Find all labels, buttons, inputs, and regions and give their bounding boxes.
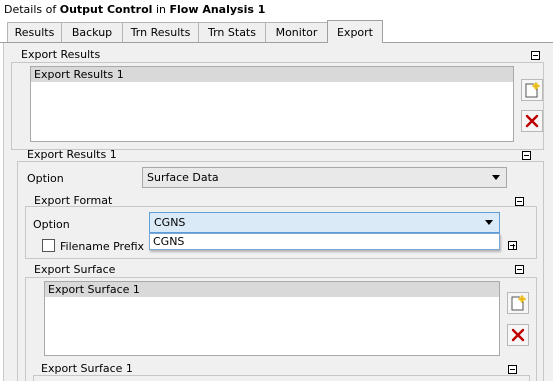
format-option-value: CGNS: [154, 216, 186, 229]
chevron-down-icon: [485, 220, 493, 225]
export-surface-collapse-icon[interactable]: [515, 265, 524, 274]
export-results-1-collapse-icon[interactable]: [522, 151, 531, 160]
tab-label: Trn Results: [130, 26, 191, 39]
export-surface-header: Export Surface: [34, 263, 116, 276]
delete-x-icon: [525, 114, 539, 128]
dropdown-option-label: CGNS: [153, 234, 185, 248]
details-title: Details of Output Control in Flow Analys…: [4, 3, 266, 16]
option-dropdown[interactable]: Surface Data: [142, 167, 507, 188]
new-item-icon: [525, 82, 540, 98]
tab-monitor[interactable]: Monitor: [265, 22, 328, 42]
tab-results[interactable]: Results: [7, 22, 62, 42]
delete-export-surface-button[interactable]: [507, 324, 529, 346]
filename-prefix-label: Filename Prefix: [60, 240, 145, 253]
format-option-label: Option: [33, 218, 70, 231]
tab-label: Monitor: [275, 26, 318, 39]
tab-strip-border: [0, 42, 553, 43]
export-results-1-header: Export Results 1: [27, 148, 117, 161]
new-item-icon: [511, 295, 526, 311]
export-results-collapse-icon[interactable]: [531, 51, 540, 60]
export-surface-1-collapse-icon[interactable]: [508, 365, 517, 374]
delete-export-result-button[interactable]: [521, 110, 543, 132]
format-option-dropdown[interactable]: CGNS: [149, 212, 500, 233]
tab-label: Trn Stats: [208, 26, 256, 39]
delete-x-icon: [511, 328, 525, 342]
dropdown-option-cgns[interactable]: CGNS: [150, 234, 499, 248]
list-item-label: Export Results 1: [34, 68, 124, 81]
export-results-list[interactable]: Export Results 1: [30, 66, 514, 142]
option-label: Option: [27, 172, 64, 185]
new-export-result-button[interactable]: [521, 79, 543, 101]
tab-backup[interactable]: Backup: [61, 22, 123, 42]
filename-prefix-checkbox[interactable]: [42, 239, 55, 252]
list-item-label: Export Surface 1: [48, 283, 140, 296]
chevron-down-icon: [492, 175, 500, 180]
tab-label: Export: [336, 25, 373, 39]
export-results-header: Export Results: [21, 48, 101, 61]
export-surface-1-group: [33, 375, 530, 381]
title-bar: Details of Output Control in Flow Analys…: [0, 0, 553, 20]
format-dropdown-list[interactable]: CGNS: [149, 233, 500, 250]
new-export-surface-button[interactable]: [507, 292, 529, 314]
tab-trn-stats[interactable]: Trn Stats: [198, 22, 266, 42]
export-surface-list[interactable]: Export Surface 1: [44, 281, 500, 356]
tab-export[interactable]: Export: [327, 20, 383, 43]
tab-label: Results: [14, 26, 55, 39]
export-format-collapse-icon[interactable]: [515, 197, 524, 206]
option-value: Surface Data: [147, 171, 219, 184]
filename-prefix-expand-icon[interactable]: [508, 241, 517, 250]
list-item[interactable]: Export Results 1: [31, 67, 513, 82]
list-item[interactable]: Export Surface 1: [45, 282, 499, 297]
tab-label: Backup: [71, 26, 113, 39]
tab-trn-results[interactable]: Trn Results: [122, 22, 199, 42]
export-surface-1-header: Export Surface 1: [41, 362, 133, 375]
